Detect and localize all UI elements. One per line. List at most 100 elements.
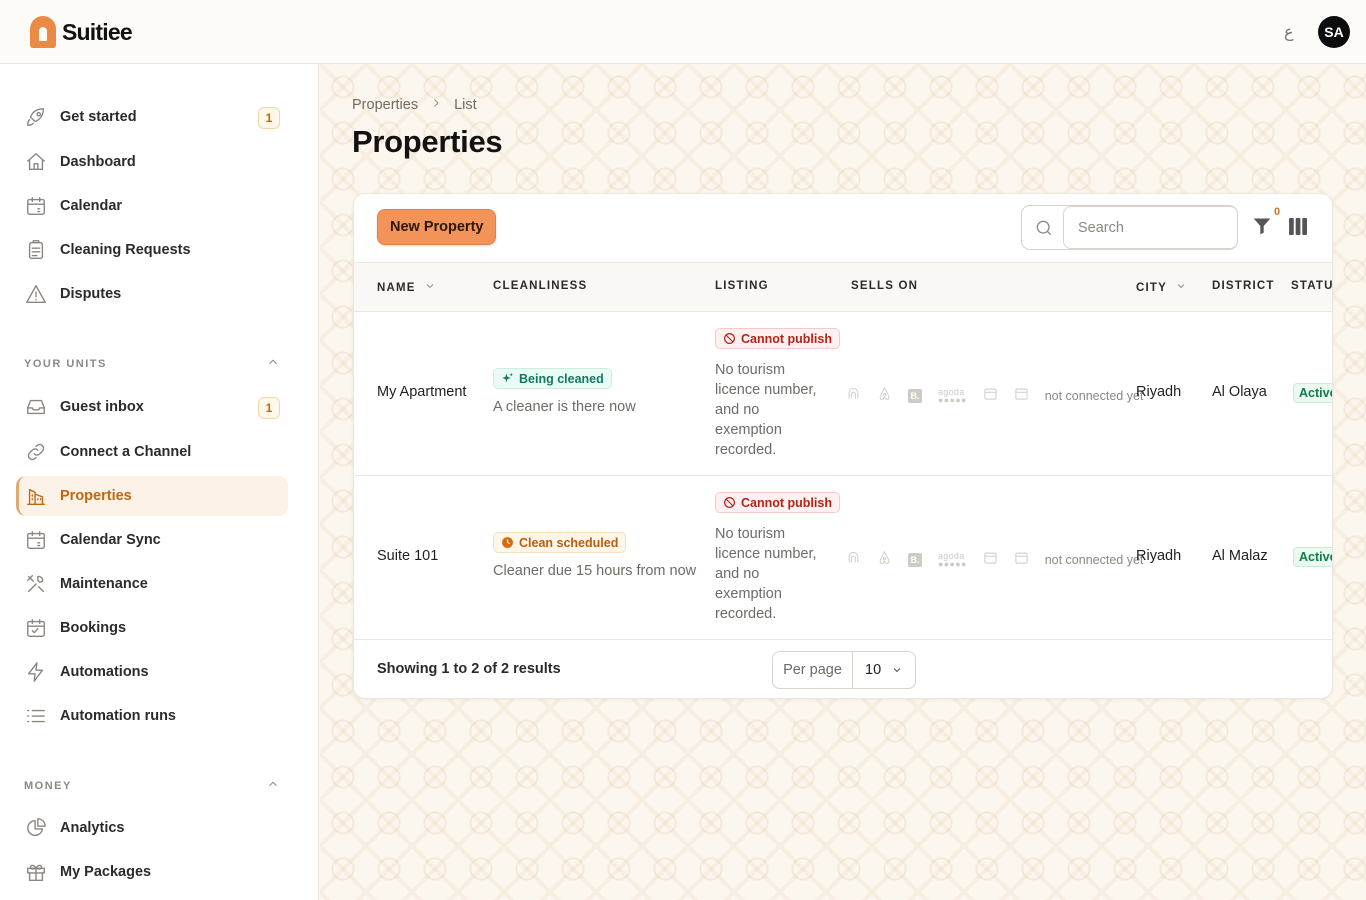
section-header-your-units[interactable]: YOUR UNITS: [24, 355, 280, 372]
sidebar-item-maintenance[interactable]: Maintenance: [16, 564, 288, 604]
property-name[interactable]: Suite 101: [377, 548, 438, 564]
status-badge: Active: [1293, 547, 1332, 567]
table-row[interactable]: My Apartment Being cleaned A cleaner is …: [354, 312, 1332, 476]
airbnb-icon: [846, 386, 861, 406]
breadcrumb-link-properties[interactable]: Properties: [352, 97, 418, 113]
sidebar-item-calendar[interactable]: Calendar: [16, 186, 288, 226]
language-toggle[interactable]: ع: [1284, 22, 1294, 42]
booking-icon: B.: [908, 389, 922, 403]
table-footer: Showing 1 to 2 of 2 results Per page 10: [354, 640, 1332, 698]
notification-badge: 1: [258, 107, 280, 129]
cleanliness-detail: A cleaner is there now: [493, 399, 636, 415]
sidebar-item-label: Maintenance: [60, 576, 148, 592]
app-logo[interactable]: Suitiee: [30, 16, 133, 48]
sidebar-item-disputes[interactable]: Disputes: [16, 274, 288, 314]
per-page-select[interactable]: Per page 10: [772, 651, 916, 689]
building-icon: [24, 484, 48, 508]
sidebar-item-label: Properties: [60, 488, 132, 504]
sidebar-item-label: Cleaning Requests: [60, 242, 191, 258]
sidebar-item-connect-channel[interactable]: Connect a Channel: [16, 432, 288, 472]
sidebar-item-label: Calendar Sync: [60, 532, 161, 548]
column-label: CLEANLINESS: [493, 280, 588, 292]
booking-icon: B.: [908, 553, 922, 567]
status-badge: Cannot publish: [715, 492, 840, 513]
search-icon: [1034, 218, 1054, 238]
airbnb-alt-icon: [877, 550, 892, 570]
sells-on-channels: B. agoda ●●●●● not connected yet: [846, 386, 1143, 406]
sidebar-item-label: Connect a Channel: [60, 444, 192, 460]
sidebar-item-my-packages[interactable]: My Packages: [16, 852, 288, 892]
district-cell: Al Olaya: [1212, 384, 1267, 400]
search-box: [1021, 205, 1238, 250]
listing-cell: Cannot publish No tourism licence number…: [715, 492, 840, 624]
agoda-icon: agoda ●●●●●: [938, 387, 967, 405]
new-property-button[interactable]: New Property: [377, 209, 497, 245]
cleanliness-cell: Clean scheduled Cleaner due 15 hours fro…: [493, 532, 696, 579]
app-name: Suitiee: [62, 18, 133, 45]
tools-icon: [24, 572, 48, 596]
calendar-icon: [1014, 386, 1029, 406]
notification-badge: 1: [258, 397, 280, 419]
status-badge-label: Clean scheduled: [519, 535, 619, 550]
page-title: Properties: [352, 124, 503, 159]
chevron-up-icon[interactable]: [266, 355, 280, 372]
status-cell: Active: [1293, 383, 1332, 403]
sidebar-item-automations[interactable]: Automations: [16, 652, 288, 692]
chevron-up-icon[interactable]: [266, 777, 280, 794]
table-row[interactable]: Suite 101 Clean scheduled Cleaner due 15…: [354, 476, 1332, 640]
status-badge: Cannot publish: [715, 328, 840, 349]
column-header-district: DISTRICT: [1212, 280, 1275, 292]
calendar-icon: [983, 386, 998, 406]
sidebar-item-bookings[interactable]: Bookings: [16, 608, 288, 648]
logo-icon: [30, 16, 56, 48]
sidebar-item-label: Analytics: [60, 820, 125, 836]
column-label: NAME: [377, 281, 416, 294]
chevron-down-icon: [1175, 280, 1187, 295]
column-header-sells-on: SELLS ON: [851, 280, 918, 292]
list-icon: [24, 704, 48, 728]
column-label: CITY: [1136, 281, 1167, 294]
status-badge-label: Being cleaned: [519, 371, 604, 386]
section-title: YOUR UNITS: [24, 357, 107, 370]
sidebar-item-label: Dashboard: [60, 154, 136, 170]
section-title: MONEY: [24, 779, 72, 792]
sidebar: Get started 1 Dashboard Calendar Cleanin…: [0, 64, 319, 900]
user-avatar[interactable]: SA: [1318, 16, 1350, 48]
column-header-listing: LISTING: [715, 280, 769, 292]
rocket-icon: [24, 105, 48, 129]
warning-icon: [24, 282, 48, 306]
column-header-city[interactable]: CITY: [1136, 280, 1187, 295]
sidebar-item-label: Automations: [60, 664, 149, 680]
column-header-cleanliness: CLEANLINESS: [493, 280, 587, 292]
search-input[interactable]: [1063, 206, 1238, 249]
ban-icon: [724, 497, 735, 508]
column-label: STATUS: [1291, 280, 1333, 292]
sidebar-item-automation-runs[interactable]: Automation runs: [16, 696, 288, 736]
sidebar-item-calendar-sync[interactable]: Calendar Sync: [16, 520, 288, 560]
sidebar-item-properties[interactable]: Properties: [16, 476, 288, 516]
district-cell: Al Malaz: [1212, 548, 1268, 564]
listing-note: No tourism licence number, and no exempt…: [715, 362, 817, 458]
status-cell: Active: [1293, 547, 1332, 567]
sidebar-item-cleaning-requests[interactable]: Cleaning Requests: [16, 230, 288, 270]
ban-icon: [724, 333, 735, 344]
per-page-dropdown[interactable]: 10: [853, 652, 915, 688]
channels-note: not connected yet: [1044, 389, 1144, 403]
status-badge-label: Cannot publish: [741, 495, 832, 510]
sidebar-item-guest-inbox[interactable]: Guest inbox 1: [16, 387, 288, 427]
columns-icon[interactable]: [1289, 218, 1309, 238]
column-label: DISTRICT: [1212, 280, 1275, 292]
sidebar-item-label: Get started: [60, 109, 137, 125]
sidebar-item-label: Automation runs: [60, 708, 176, 724]
sidebar-item-get-started[interactable]: Get started 1: [16, 97, 288, 137]
section-header-money[interactable]: MONEY: [24, 777, 280, 794]
city-cell: Riyadh: [1136, 548, 1182, 564]
per-page-value: 10: [865, 662, 882, 678]
property-name[interactable]: My Apartment: [377, 384, 466, 400]
sidebar-item-analytics[interactable]: Analytics: [16, 808, 288, 848]
clock-icon: [502, 537, 513, 548]
agoda-label: agoda: [938, 387, 965, 397]
filter-icon[interactable]: [1252, 216, 1276, 240]
column-header-name[interactable]: NAME: [377, 280, 436, 295]
sidebar-item-dashboard[interactable]: Dashboard: [16, 142, 288, 182]
